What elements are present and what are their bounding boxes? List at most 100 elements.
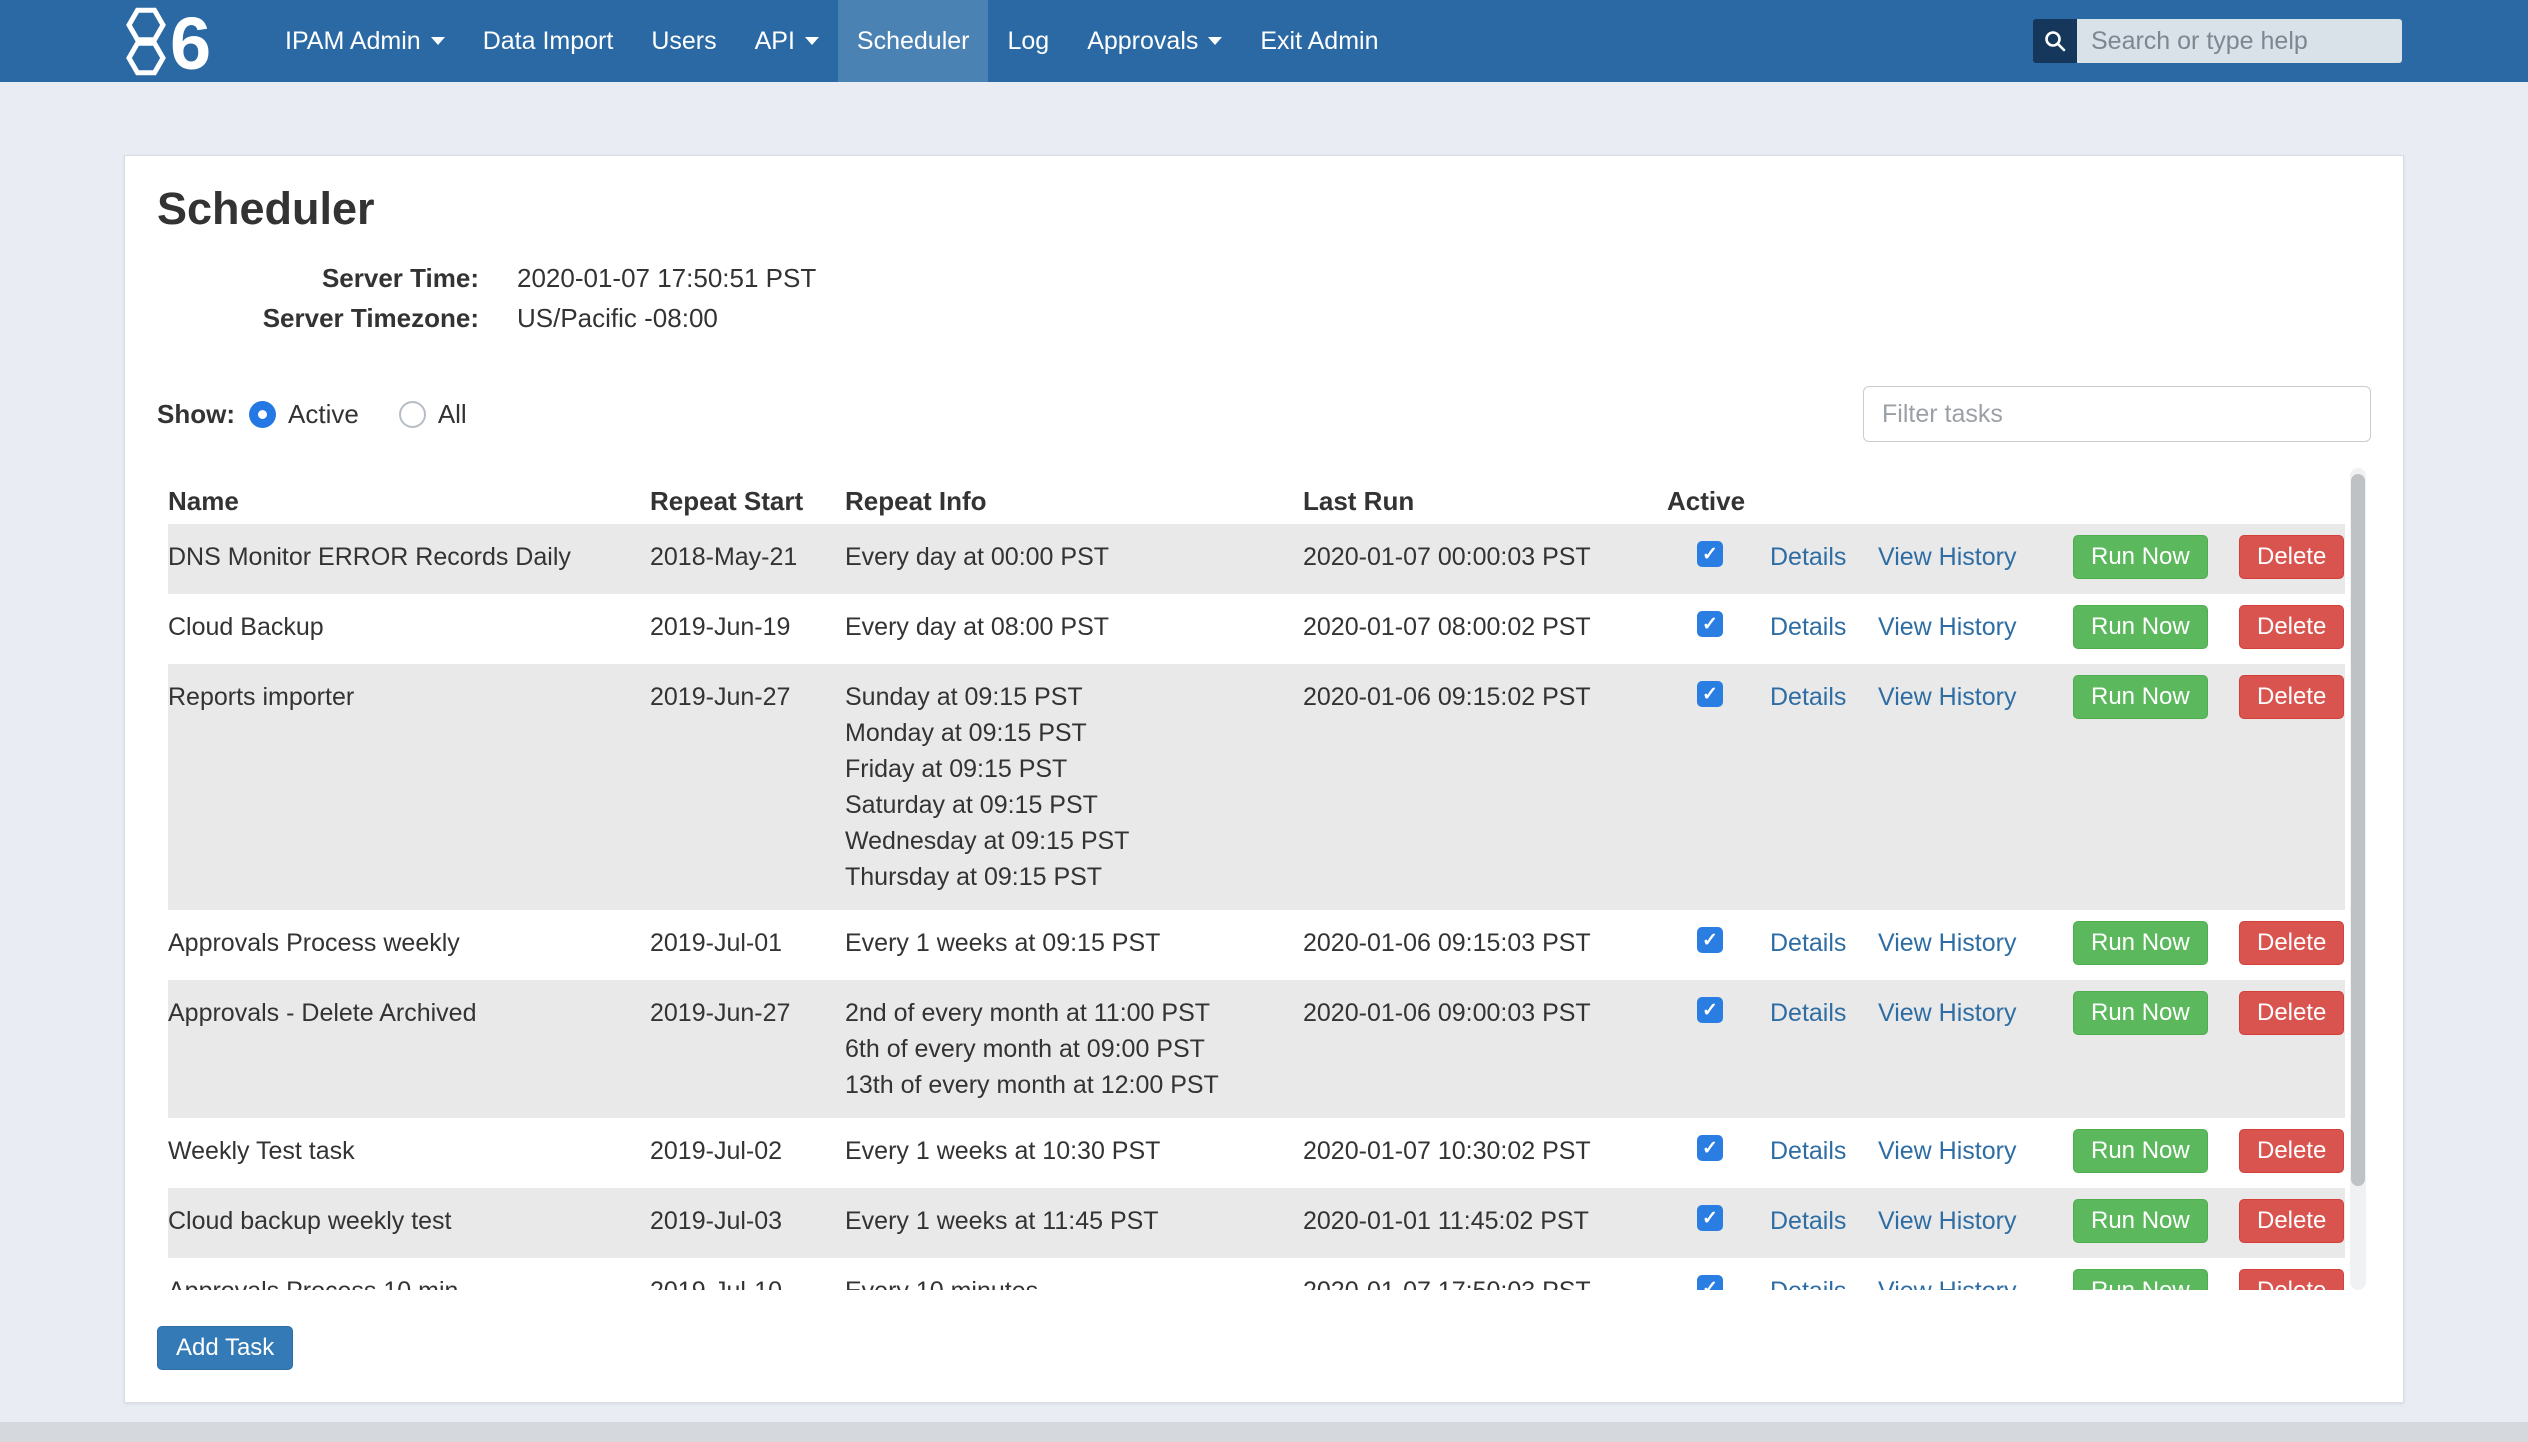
details-link[interactable]: Details (1770, 1207, 1846, 1235)
task-name: Cloud Backup (168, 594, 650, 660)
delete-cell: Delete (2239, 664, 2345, 734)
delete-button[interactable]: Delete (2239, 921, 2344, 965)
active-checkbox[interactable] (1697, 681, 1723, 707)
table-body: DNS Monitor ERROR Records Daily2018-May-… (168, 524, 2345, 1290)
scrollbar-thumb[interactable] (2351, 474, 2365, 1186)
repeat-start: 2018-May-21 (650, 524, 845, 590)
run-now-cell: Run Now (2073, 910, 2239, 980)
delete-button[interactable]: Delete (2239, 675, 2344, 719)
details-link[interactable]: Details (1770, 683, 1846, 711)
server-timezone-value: US/Pacific -08:00 (517, 298, 718, 338)
active-cell (1667, 524, 1770, 582)
table-scrollbar[interactable] (2350, 468, 2366, 1290)
delete-button[interactable]: Delete (2239, 991, 2344, 1035)
repeat-info: Every 1 weeks at 11:45 PST (845, 1188, 1303, 1254)
page: 6 IPAM AdminData Import Users API Scheduler… (0, 0, 2528, 1442)
column-header-empty (1878, 486, 2073, 516)
page-title: Scheduler (157, 182, 2371, 236)
view-history-cell: View History (1878, 594, 2073, 660)
task-name: Weekly Test task (168, 1118, 650, 1184)
repeat-info-line: Thursday at 09:15 PST (845, 859, 1303, 895)
scheduler-card: Scheduler Server Time: 2020-01-07 17:50:… (124, 155, 2404, 1403)
nav-item-label: Scheduler (857, 27, 970, 56)
nav-item-data-import[interactable]: Data Import (464, 0, 633, 82)
search-icon[interactable] (2033, 19, 2077, 63)
radio-option-active[interactable]: Active (249, 399, 359, 430)
repeat-info: Every 10 minutes (845, 1258, 1303, 1290)
view-history-link[interactable]: View History (1878, 929, 2016, 957)
details-cell: Details (1770, 1118, 1878, 1184)
task-name: Approvals Process weekly (168, 910, 650, 976)
active-checkbox[interactable] (1697, 541, 1723, 567)
view-history-link[interactable]: View History (1878, 1137, 2016, 1165)
radio-option-all[interactable]: All (399, 399, 467, 430)
details-cell: Details (1770, 910, 1878, 976)
view-history-link[interactable]: View History (1878, 613, 2016, 641)
nav-item-users[interactable]: Users (632, 0, 735, 82)
radio-unselected-icon[interactable] (399, 401, 426, 428)
repeat-info-line: Friday at 09:15 PST (845, 751, 1303, 787)
details-link[interactable]: Details (1770, 999, 1846, 1027)
last-run: 2020-01-07 08:00:02 PST (1303, 594, 1667, 660)
details-link[interactable]: Details (1770, 929, 1846, 957)
view-history-link[interactable]: View History (1878, 683, 2016, 711)
nav-item-scheduler[interactable]: Scheduler (838, 0, 989, 82)
active-checkbox[interactable] (1697, 1135, 1723, 1161)
nav-item-ipam-admin[interactable]: IPAM Admin (266, 0, 464, 82)
repeat-info-line: Every 1 weeks at 11:45 PST (845, 1203, 1303, 1239)
delete-button[interactable]: Delete (2239, 1269, 2344, 1290)
active-checkbox[interactable] (1697, 1275, 1723, 1290)
top-navbar: 6 IPAM AdminData Import Users API Scheduler… (0, 0, 2528, 82)
view-history-link[interactable]: View History (1878, 1207, 2016, 1235)
server-time-row: Server Time: 2020-01-07 17:50:51 PST (157, 258, 2371, 298)
run-now-cell: Run Now (2073, 1258, 2239, 1290)
view-history-link[interactable]: View History (1878, 999, 2016, 1027)
logo[interactable]: 6 (120, 3, 240, 79)
run-now-button[interactable]: Run Now (2073, 1199, 2208, 1243)
run-now-button[interactable]: Run Now (2073, 1269, 2208, 1290)
details-link[interactable]: Details (1770, 613, 1846, 641)
details-link[interactable]: Details (1770, 1277, 1846, 1290)
run-now-button[interactable]: Run Now (2073, 1129, 2208, 1173)
active-checkbox[interactable] (1697, 611, 1723, 637)
view-history-cell: View History (1878, 1188, 2073, 1254)
nav-item-log[interactable]: Log (988, 0, 1068, 82)
run-now-button[interactable]: Run Now (2073, 921, 2208, 965)
active-cell (1667, 1258, 1770, 1290)
filter-tasks-input[interactable] (1863, 386, 2371, 442)
table-row: Cloud Backup2019-Jun-19Every day at 08:0… (168, 594, 2345, 664)
details-link[interactable]: Details (1770, 1137, 1846, 1165)
column-header-empty (2073, 486, 2239, 516)
repeat-start: 2019-Jul-01 (650, 910, 845, 976)
delete-button[interactable]: Delete (2239, 1199, 2344, 1243)
details-cell: Details (1770, 980, 1878, 1046)
details-cell: Details (1770, 1258, 1878, 1290)
logo-hexagons-icon: 6 (120, 3, 240, 79)
search-input[interactable] (2077, 19, 2402, 63)
delete-cell: Delete (2239, 980, 2345, 1050)
nav-item-approvals[interactable]: Approvals (1068, 0, 1241, 82)
delete-button[interactable]: Delete (2239, 605, 2344, 649)
details-link[interactable]: Details (1770, 543, 1846, 571)
view-history-link[interactable]: View History (1878, 1277, 2016, 1290)
delete-button[interactable]: Delete (2239, 535, 2344, 579)
delete-button[interactable]: Delete (2239, 1129, 2344, 1173)
run-now-button[interactable]: Run Now (2073, 991, 2208, 1035)
run-now-button[interactable]: Run Now (2073, 605, 2208, 649)
last-run: 2020-01-07 00:00:03 PST (1303, 524, 1667, 590)
nav-item-exit-admin[interactable]: Exit Admin (1241, 0, 1397, 82)
run-now-button[interactable]: Run Now (2073, 535, 2208, 579)
active-checkbox[interactable] (1697, 997, 1723, 1023)
add-task-button[interactable]: Add Task (157, 1326, 293, 1370)
repeat-info-line: Every 10 minutes (845, 1273, 1303, 1290)
radio-selected-icon[interactable] (249, 401, 276, 428)
active-checkbox[interactable] (1697, 927, 1723, 953)
run-now-cell: Run Now (2073, 1188, 2239, 1258)
nav-item-label: Users (651, 27, 716, 56)
nav-item-api[interactable]: API (736, 0, 838, 82)
view-history-link[interactable]: View History (1878, 543, 2016, 571)
active-checkbox[interactable] (1697, 1205, 1723, 1231)
run-now-button[interactable]: Run Now (2073, 675, 2208, 719)
column-header-empty (2239, 486, 2345, 516)
repeat-info-line: Monday at 09:15 PST (845, 715, 1303, 751)
